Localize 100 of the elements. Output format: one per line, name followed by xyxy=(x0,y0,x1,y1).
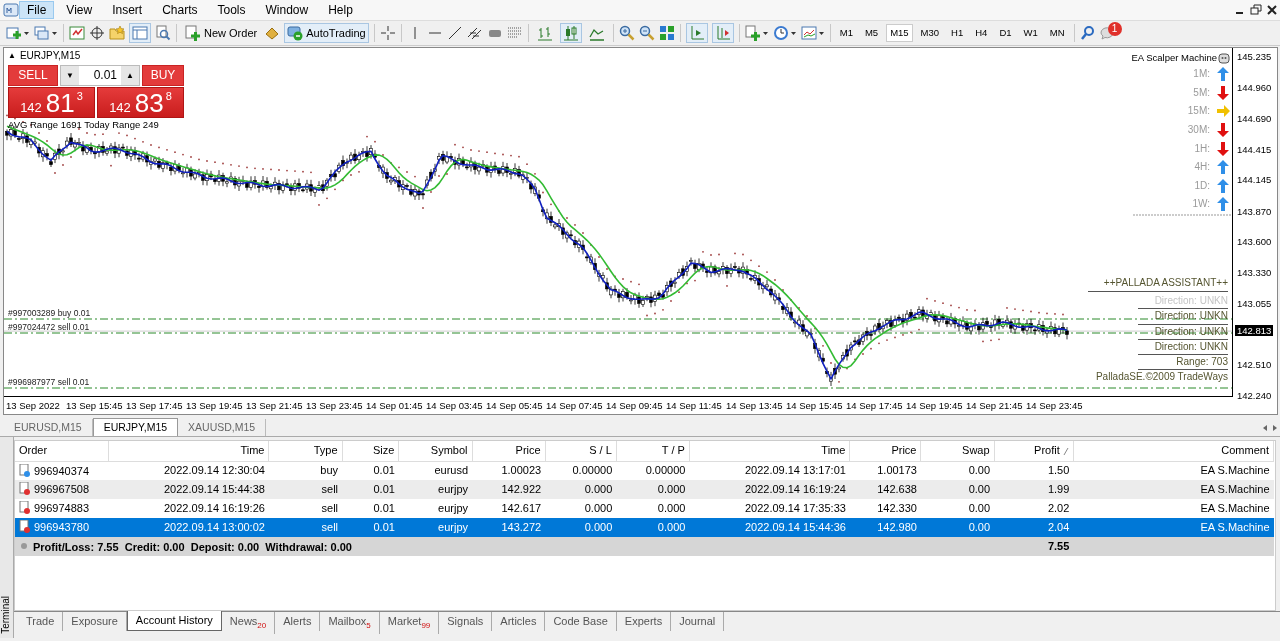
terminal-toggle-button[interactable] xyxy=(129,23,151,43)
time-label: 14 Sep 23:45 xyxy=(1026,399,1084,412)
indicators-icon[interactable] xyxy=(744,25,769,41)
timeframe-button[interactable]: H4 xyxy=(971,24,992,42)
menu-item[interactable]: Window xyxy=(257,0,317,20)
timeframe-button[interactable]: M30 xyxy=(916,24,944,42)
column-header[interactable]: Time xyxy=(689,441,850,461)
terminal-tab[interactable]: Experts xyxy=(616,612,672,632)
table-cell: 0.01 xyxy=(342,480,399,499)
chart-tab[interactable]: EURUSD,M15 xyxy=(4,419,93,436)
table-cell: 0.00 xyxy=(920,461,995,480)
crosshair-icon[interactable] xyxy=(379,25,396,41)
column-header[interactable]: Type xyxy=(268,441,343,461)
timeframe-button[interactable]: H1 xyxy=(947,24,968,42)
table-cell: 0.01 xyxy=(342,461,399,480)
time-label: 13 Sep 21:45 xyxy=(246,399,304,412)
history-row[interactable]: 996943780 2022.09.14 13:00:02 sell 0.01 eurjpy 143.272 0.000 0.000 2022.09.14 15:44:36 142.980 0.00 2.04 EA S.Machine xyxy=(15,518,1274,537)
timeframe-button[interactable]: W1 xyxy=(1019,24,1042,42)
time-label: 14 Sep 15:45 xyxy=(786,399,844,412)
menu-item[interactable]: Insert xyxy=(104,0,151,20)
lot-field[interactable]: 0.01 xyxy=(79,66,121,85)
table-cell: EA S.Machine xyxy=(1073,461,1274,480)
table-cell: 2.04 xyxy=(994,518,1074,537)
price-label: 142.510 xyxy=(1237,359,1272,371)
terminal-tab[interactable]: Alerts xyxy=(275,612,321,632)
decrease-button[interactable]: ▼ xyxy=(61,66,79,85)
terminal-tab[interactable]: Trade xyxy=(18,612,64,632)
column-header[interactable]: Comment xyxy=(1073,441,1274,461)
chart-shift-button[interactable] xyxy=(711,23,734,43)
channel-icon[interactable] xyxy=(466,25,483,41)
menu-item[interactable]: File xyxy=(19,0,55,20)
tile-windows-icon[interactable] xyxy=(658,25,675,41)
history-row[interactable]: 996940374 2022.09.14 12:30:04 buy 0.01 eurusd 1.00023 0.00000 0.00000 2022.09.14 13:17:01 1.00173 0.00 1.50 EA S.Machine xyxy=(15,461,1274,480)
table-cell: 142.330 xyxy=(849,499,921,518)
new-order-button[interactable]: New Order xyxy=(182,23,261,43)
auto-scroll-button[interactable] xyxy=(685,23,708,43)
price-label: 144.960 xyxy=(1237,82,1272,94)
market-watch-icon[interactable] xyxy=(69,25,85,41)
clock-icon[interactable] xyxy=(772,25,797,41)
chart-tab[interactable]: EURJPY,M15 xyxy=(92,418,179,436)
timeframe-button[interactable]: MN xyxy=(1045,24,1069,42)
history-row[interactable]: 996974883 2022.09.14 16:19:26 sell 0.01 eurjpy 142.617 0.000 0.000 2022.09.14 17:35:33 142.330 0.00 2.02 EA S.Machine xyxy=(15,499,1274,518)
column-header[interactable]: Swap xyxy=(920,441,995,461)
terminal-tab[interactable]: Articles xyxy=(492,612,546,632)
column-header[interactable]: T / P xyxy=(616,441,690,461)
column-header[interactable]: Size xyxy=(342,441,399,461)
terminal-tab[interactable]: Account History xyxy=(126,611,222,632)
timeframe-label: 1D: xyxy=(1194,179,1210,192)
buy-button[interactable]: BUY xyxy=(142,65,184,86)
app-logo-icon[interactable] xyxy=(3,2,19,18)
column-header[interactable]: S / L xyxy=(545,441,617,461)
assistant-line: Direction: UNKN xyxy=(1138,339,1228,356)
autotrading-button[interactable]: AutoTrading xyxy=(284,23,369,43)
terminal-tab[interactable]: Market$_{99}$ xyxy=(379,612,440,634)
tester-magnifier-icon[interactable] xyxy=(155,25,171,41)
column-header[interactable]: Price xyxy=(849,441,921,461)
timeframe-button[interactable]: D1 xyxy=(995,24,1016,42)
menu-item[interactable]: Charts xyxy=(154,0,206,20)
navigator-icon[interactable] xyxy=(89,25,105,41)
timeframe-button[interactable]: M5 xyxy=(860,24,883,42)
timeframe-button[interactable]: M1 xyxy=(835,24,857,42)
new-chart-icon[interactable] xyxy=(6,25,30,41)
collapse-toggle[interactable]: ▲ xyxy=(8,51,16,61)
menu-item[interactable]: Help xyxy=(320,0,361,20)
column-header[interactable]: Order xyxy=(15,441,109,461)
fibonacci-icon[interactable] xyxy=(506,25,523,41)
menu-item[interactable]: Tools xyxy=(209,0,254,20)
table-cell: 142.617 xyxy=(472,499,546,518)
restore-icon[interactable] xyxy=(1248,2,1264,18)
terminal-tab[interactable]: Mailbox$_{5}$ xyxy=(320,612,380,634)
profiles-icon[interactable] xyxy=(34,25,58,41)
terminal-tab[interactable]: Exposure xyxy=(63,612,127,632)
terminal-tab[interactable]: Signals xyxy=(439,612,493,632)
timeframe-button[interactable]: M15 xyxy=(886,24,913,42)
sell-button[interactable]: SELL xyxy=(8,65,58,86)
terminal-tab[interactable]: Code Base xyxy=(545,612,617,632)
terminal-tab[interactable]: Journal xyxy=(671,612,725,632)
templates-icon[interactable] xyxy=(800,25,825,41)
search-icon[interactable] xyxy=(1079,25,1096,41)
trend-line-icon[interactable] xyxy=(446,25,463,41)
chart-tab[interactable]: XAUUSD,M15 xyxy=(178,419,267,436)
table-cell: 2022.09.14 16:19:26 xyxy=(108,499,269,518)
time-label: 13 Sep 23:45 xyxy=(306,399,364,412)
lot-spinner[interactable]: ▼ 0.01 ▲ xyxy=(60,65,140,86)
menu-item[interactable]: View xyxy=(58,0,101,20)
table-cell: 142.638 xyxy=(849,480,921,499)
column-header[interactable]: Time xyxy=(108,441,269,461)
zoom-out-icon[interactable] xyxy=(638,25,655,41)
table-cell: 142.980 xyxy=(849,518,921,537)
column-header[interactable]: Profit xyxy=(994,441,1074,461)
increase-button[interactable]: ▲ xyxy=(121,66,139,85)
column-header[interactable]: Symbol xyxy=(398,441,473,461)
table-cell: 1.00173 xyxy=(849,461,921,480)
history-row[interactable]: 996967508 2022.09.14 15:44:38 sell 0.01 eurjpy 142.922 0.000 0.000 2022.09.14 16:19:24 142.638 0.00 1.99 EA S.Machine xyxy=(15,480,1274,499)
zoom-in-icon[interactable] xyxy=(618,25,635,41)
column-header[interactable]: Price xyxy=(472,441,546,461)
terminal-tab[interactable]: News$_{20}$ xyxy=(221,612,276,634)
timeframe-label: 1H: xyxy=(1194,142,1210,155)
candles-chart-button[interactable] xyxy=(559,23,582,43)
table-cell: 142.922 xyxy=(472,480,546,499)
